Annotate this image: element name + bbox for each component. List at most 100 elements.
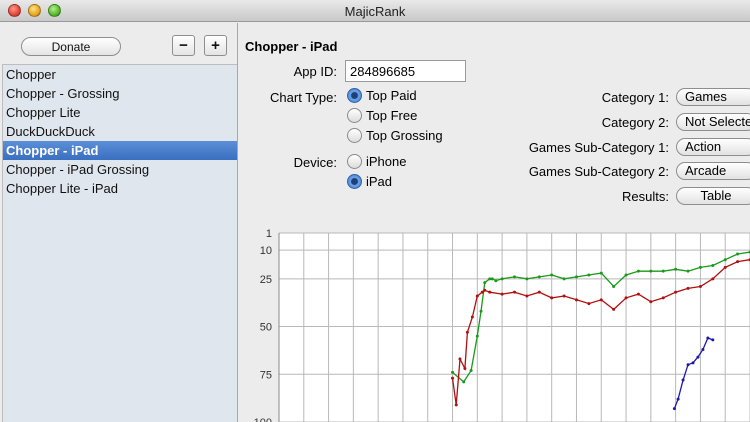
series-2-point: [599, 298, 603, 302]
series-1-point: [674, 267, 678, 271]
radio-label: Top Free: [366, 108, 418, 123]
subcategory1-popup[interactable]: Action: [676, 138, 750, 156]
series-3-point: [686, 363, 690, 367]
radio-iphone[interactable]: iPhone: [347, 154, 406, 169]
results-label: Results:: [622, 189, 669, 204]
series-2-point: [483, 288, 487, 292]
app-list: Chopper Chopper - Grossing Chopper Lite …: [2, 64, 237, 422]
radio-unselected-icon: [347, 108, 362, 123]
remove-app-button[interactable]: −: [172, 35, 195, 56]
series-2-point: [513, 290, 516, 294]
series-1-point: [624, 273, 628, 277]
series-1-point: [686, 269, 690, 273]
series-2-point: [463, 367, 467, 371]
category1-label: Category 1:: [601, 90, 669, 105]
series-2-point: [550, 296, 554, 300]
series-3-point: [672, 407, 676, 411]
series-2-point: [736, 260, 740, 264]
series-2-point: [661, 296, 665, 300]
series-1-point: [711, 263, 715, 267]
series-3-point: [676, 397, 680, 401]
category1-popup[interactable]: Games: [676, 88, 750, 106]
radio-unselected-icon: [347, 154, 362, 169]
series-1-point: [736, 252, 740, 256]
window-title: MajicRank: [344, 4, 406, 19]
series-1-point: [723, 258, 727, 262]
chart-type-label: Chart Type:: [270, 90, 337, 105]
series-2-point: [458, 357, 462, 361]
series-1-point: [550, 273, 554, 277]
series-1-point: [490, 277, 494, 281]
app-id-field[interactable]: [345, 60, 466, 82]
list-item[interactable]: Chopper - Grossing: [3, 84, 237, 103]
series-2-point: [649, 300, 653, 304]
category2-popup[interactable]: Not Selected: [676, 113, 750, 131]
series-1-point: [537, 275, 541, 279]
series-2-point: [562, 294, 566, 298]
series-1-point: [451, 370, 455, 374]
series-3-point: [696, 355, 700, 359]
series-1-point: [500, 277, 504, 281]
series-2-point: [470, 315, 474, 319]
series-2-point: [454, 403, 458, 407]
series-1-point: [494, 279, 498, 283]
list-item[interactable]: Chopper: [3, 65, 237, 84]
series-2-point: [711, 277, 715, 281]
series-1-point: [562, 277, 566, 281]
radio-unselected-icon: [347, 128, 362, 143]
series-2-point: [723, 265, 727, 269]
series-1-point: [479, 309, 483, 313]
series-2-point: [587, 302, 591, 306]
radio-selected-icon: [347, 88, 362, 103]
device-label: Device:: [293, 155, 337, 170]
radio-top-grossing[interactable]: Top Grossing: [347, 128, 443, 143]
sidebar: Donate − + Chopper Chopper - Grossing Ch…: [0, 23, 238, 422]
list-item[interactable]: Chopper Lite - iPad: [3, 179, 237, 198]
series-3-point: [711, 338, 715, 342]
radio-label: iPhone: [366, 154, 407, 169]
series-3-point: [681, 378, 685, 382]
list-item-selected[interactable]: Chopper - iPad: [3, 141, 237, 160]
donate-button[interactable]: Donate: [21, 37, 121, 56]
title-bar: MajicRank: [0, 0, 750, 22]
radio-selected-icon: [347, 174, 362, 189]
y-tick-label: 75: [260, 369, 272, 381]
series-1-point: [661, 269, 665, 273]
series-1-point: [636, 269, 640, 273]
list-item[interactable]: Chopper - iPad Grossing: [3, 160, 237, 179]
subcategory1-label: Games Sub-Category 1:: [528, 140, 669, 155]
series-2-point: [674, 290, 678, 294]
y-tick-label: 1: [266, 229, 272, 240]
rank-chart: 1 10 25 50 75 100: [254, 229, 750, 422]
list-item[interactable]: DuckDuckDuck: [3, 122, 237, 141]
series-2-point: [612, 307, 616, 311]
series-1-point: [469, 368, 473, 372]
detail-panel: Chopper - iPad App ID: Chart Type: Top P…: [239, 23, 750, 422]
series-2-point: [698, 284, 702, 288]
series-2-point: [537, 290, 541, 294]
radio-top-free[interactable]: Top Free: [347, 108, 417, 123]
radio-label: Top Grossing: [366, 128, 443, 143]
series-2-point: [525, 294, 529, 298]
series-2-point: [475, 294, 479, 298]
series-3-point: [706, 336, 710, 340]
radio-label: Top Paid: [366, 88, 417, 103]
subcategory2-popup[interactable]: Arcade: [676, 162, 750, 180]
results-popup[interactable]: Table: [676, 187, 750, 205]
y-tick-label: 10: [260, 245, 272, 257]
series-3-point: [701, 347, 705, 351]
add-app-button[interactable]: +: [204, 35, 227, 56]
series-1-point: [574, 275, 578, 279]
series-1-point: [698, 265, 702, 269]
list-item[interactable]: Chopper Lite: [3, 103, 237, 122]
app-heading: Chopper - iPad: [245, 39, 338, 54]
radio-top-paid[interactable]: Top Paid: [347, 88, 417, 103]
series-2-point: [451, 376, 455, 380]
subcategory2-label: Games Sub-Category 2:: [528, 164, 669, 179]
series-2-point: [574, 298, 578, 302]
series-1-point: [462, 380, 466, 384]
series-2-point: [500, 292, 504, 296]
series-1-point: [483, 281, 487, 285]
series-1-point: [599, 271, 603, 275]
radio-ipad[interactable]: iPad: [347, 174, 392, 189]
